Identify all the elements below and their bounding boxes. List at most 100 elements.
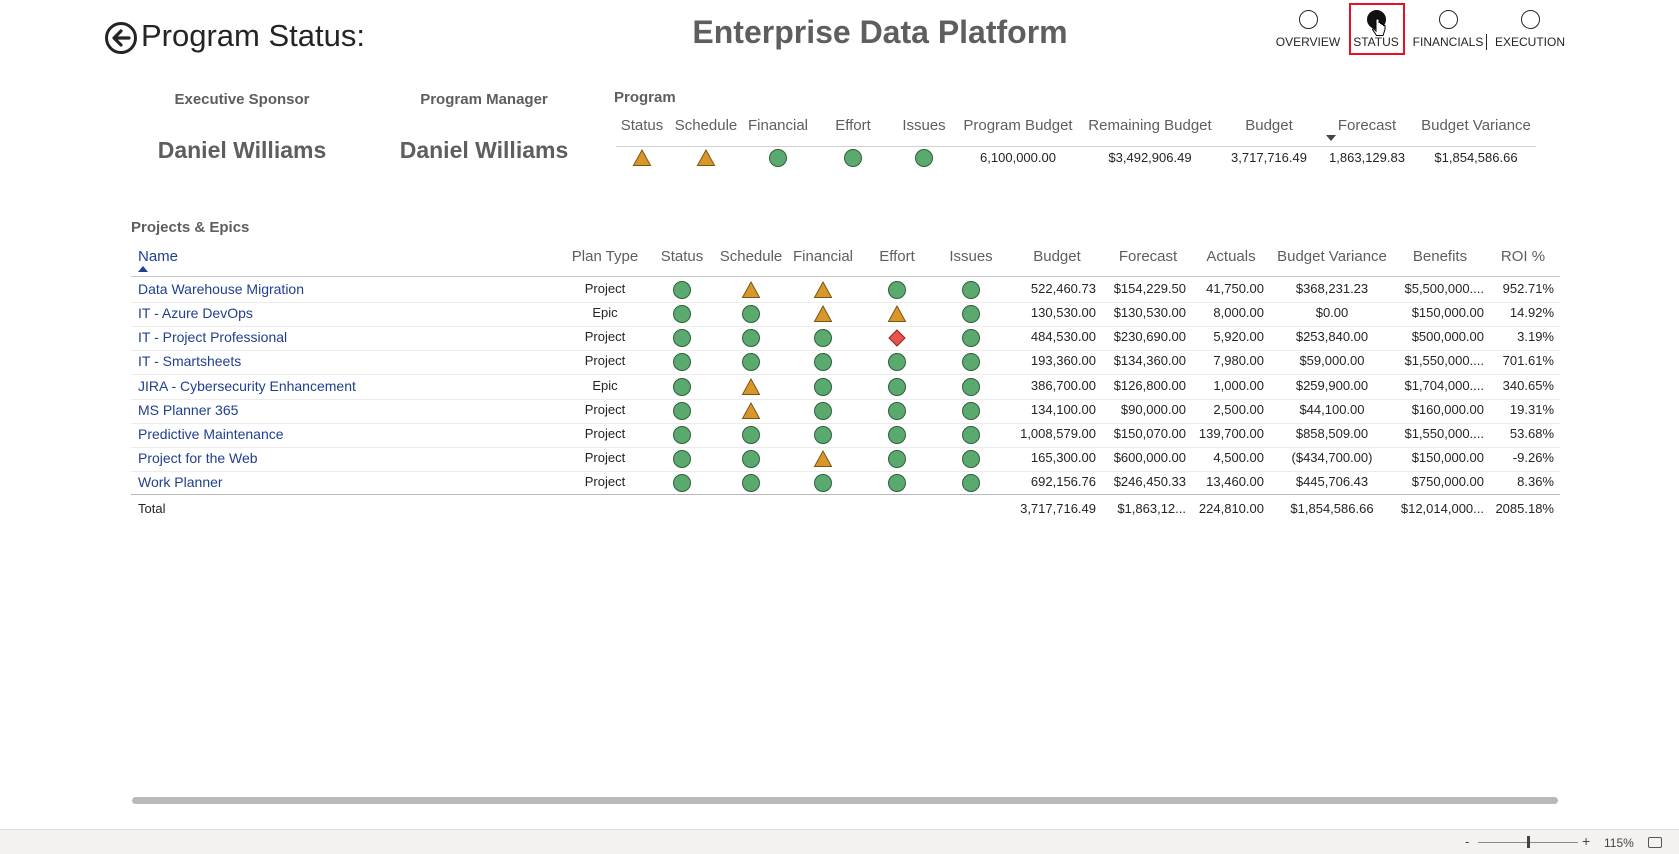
col-schedule[interactable]: Schedule xyxy=(716,248,786,265)
row-divider xyxy=(131,423,1560,424)
back-arrow-icon[interactable] xyxy=(104,21,138,55)
program-col-schedule[interactable]: Schedule xyxy=(672,117,740,134)
plan-type-cell: Project xyxy=(584,281,626,296)
program-col-remaining-budget[interactable]: Remaining Budget xyxy=(1082,117,1218,134)
project-name-link[interactable]: Predictive Maintenance xyxy=(138,426,284,442)
col-plan-type[interactable]: Plan Type xyxy=(564,248,646,265)
radio-icon[interactable] xyxy=(1520,10,1540,29)
program-col-status[interactable]: Status xyxy=(612,117,672,134)
status-good-circle-icon xyxy=(887,425,907,445)
project-name-link[interactable]: MS Planner 365 xyxy=(138,402,238,418)
row-divider xyxy=(131,447,1560,448)
col-status[interactable]: Status xyxy=(652,248,712,265)
project-name-link[interactable]: Work Planner xyxy=(138,474,223,490)
budget-variance-cell: $59,000.00 xyxy=(1299,353,1365,368)
status-good-circle-icon xyxy=(961,377,981,397)
program-col-budget-variance[interactable]: Budget Variance xyxy=(1416,117,1536,134)
col-effort[interactable]: Effort xyxy=(866,248,928,265)
status-good-circle-icon xyxy=(741,328,761,348)
nav-execution[interactable]: EXECUTION xyxy=(1490,8,1570,49)
row-divider xyxy=(131,399,1560,400)
col-financial[interactable]: Financial xyxy=(786,248,860,265)
nav-financials[interactable]: FINANCIALS xyxy=(1408,8,1488,49)
program-manager-name: Daniel Williams xyxy=(399,137,569,163)
benefits-cell: $5,500,000.... xyxy=(1404,281,1484,296)
plan-type-cell: Project xyxy=(584,353,626,368)
status-good-circle-icon xyxy=(672,401,692,421)
project-name-link[interactable]: IT - Azure DevOps xyxy=(138,305,253,321)
status-good-circle-icon xyxy=(961,280,981,300)
total-label: Total xyxy=(138,501,166,516)
nav-financials-label: FINANCIALS xyxy=(1412,35,1484,49)
zoom-level: 115% xyxy=(1604,836,1634,850)
program-col-budget[interactable]: Budget xyxy=(1222,117,1316,134)
status-warning-triangle-icon xyxy=(887,304,907,324)
budget-variance-cell: $44,100.00 xyxy=(1299,402,1365,417)
status-good-circle-icon xyxy=(813,425,833,445)
program-col-program-budget[interactable]: Program Budget xyxy=(958,117,1078,134)
status-good-circle-icon xyxy=(887,449,907,469)
actuals-cell: 41,750.00 xyxy=(1206,281,1264,296)
project-name-link[interactable]: IT - Smartsheets xyxy=(138,353,241,369)
col-forecast[interactable]: Forecast xyxy=(1108,248,1188,265)
budget-variance-cell: ($434,700.00) xyxy=(1291,450,1373,465)
page-title: Program Status: xyxy=(141,18,365,53)
program-col-issues[interactable]: Issues xyxy=(892,117,956,134)
benefits-cell: $150,000.00 xyxy=(1411,450,1484,465)
project-name-link[interactable]: JIRA - Cybersecurity Enhancement xyxy=(138,378,356,394)
total-roi: 2085.18% xyxy=(1495,501,1554,516)
benefits-cell: $150,000.00 xyxy=(1411,305,1484,320)
row-divider xyxy=(131,302,1560,303)
col-benefits[interactable]: Benefits xyxy=(1398,248,1482,265)
project-name-link[interactable]: Data Warehouse Migration xyxy=(138,281,304,297)
zoom-out-button[interactable]: - xyxy=(1465,834,1469,849)
col-actuals[interactable]: Actuals xyxy=(1196,248,1266,265)
roi-cell: 3.19% xyxy=(1517,329,1554,344)
benefits-cell: $1,550,000.... xyxy=(1404,426,1484,441)
budget-variance-cell: $368,231.23 xyxy=(1295,281,1369,296)
col-budget[interactable]: Budget xyxy=(1020,248,1094,265)
total-rule xyxy=(131,494,1560,495)
status-good-circle-icon xyxy=(887,352,907,372)
program-manager-label: Program Manager xyxy=(420,91,548,108)
col-roi[interactable]: ROI % xyxy=(1492,248,1554,265)
status-warning-triangle-icon xyxy=(632,148,652,168)
status-good-circle-icon xyxy=(813,401,833,421)
col-name[interactable]: Name xyxy=(138,248,178,265)
fit-to-page-icon[interactable] xyxy=(1648,837,1662,848)
radio-icon[interactable] xyxy=(1438,10,1458,29)
budget-cell: 522,460.73 xyxy=(1030,281,1096,296)
program-col-forecast[interactable]: Forecast xyxy=(1320,117,1414,134)
project-name-link[interactable]: IT - Project Professional xyxy=(138,329,287,345)
actuals-cell: 139,700.00 xyxy=(1198,426,1264,441)
status-good-circle-icon xyxy=(672,352,692,372)
budget-cell: 692,156.76 xyxy=(1030,474,1096,489)
col-issues[interactable]: Issues xyxy=(940,248,1002,265)
budget-variance-value: $1,854,586.66 xyxy=(1434,150,1518,165)
sort-descending-icon[interactable] xyxy=(1326,135,1336,141)
actuals-cell: 5,920.00 xyxy=(1213,329,1264,344)
status-good-circle-icon xyxy=(914,148,934,168)
budget-cell: 193,360.00 xyxy=(1030,353,1096,368)
status-good-circle-icon xyxy=(741,352,761,372)
sort-ascending-icon[interactable] xyxy=(138,266,148,272)
benefits-cell: $750,000.00 xyxy=(1411,474,1484,489)
status-good-circle-icon xyxy=(813,328,833,348)
program-name-title: Enterprise Data Platform xyxy=(692,14,1068,50)
radio-icon[interactable] xyxy=(1298,10,1318,29)
project-name-link[interactable]: Project for the Web xyxy=(138,450,258,466)
horizontal-scrollbar[interactable] xyxy=(132,797,1558,804)
roi-cell: 53.68% xyxy=(1509,426,1554,441)
program-col-financial[interactable]: Financial xyxy=(740,117,816,134)
zoom-in-button[interactable]: + xyxy=(1582,833,1590,849)
forecast-cell: $154,229.50 xyxy=(1113,281,1186,296)
benefits-cell: $1,704,000.... xyxy=(1404,378,1484,393)
col-budget-variance[interactable]: Budget Variance xyxy=(1272,248,1392,265)
program-header-rule xyxy=(616,146,1536,147)
actuals-cell: 1,000.00 xyxy=(1213,378,1264,393)
plan-type-cell: Project xyxy=(584,426,626,441)
zoom-slider-thumb[interactable] xyxy=(1527,836,1530,848)
status-good-circle-icon xyxy=(813,377,833,397)
program-col-effort[interactable]: Effort xyxy=(820,117,886,134)
projects-section-label: Projects & Epics xyxy=(131,219,250,236)
